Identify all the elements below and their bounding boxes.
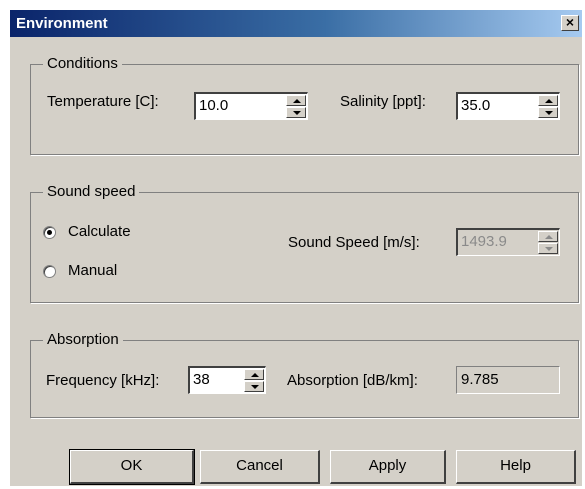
arrow-up-icon: [293, 99, 301, 103]
close-icon: ×: [565, 14, 575, 30]
arrow-down-icon: [251, 385, 259, 389]
arrow-down-icon: [545, 247, 553, 251]
sound-speed-legend: Sound speed: [43, 183, 140, 200]
sound-speed-value: 1493.9: [461, 233, 507, 250]
salinity-label: Salinity [ppt]:: [340, 93, 426, 110]
window-title: Environment: [16, 15, 108, 32]
manual-label[interactable]: Manual: [68, 262, 117, 279]
environment-dialog: Environment × Conditions Temperature [C]…: [10, 10, 582, 486]
apply-button[interactable]: Apply: [330, 450, 446, 484]
radio-selected-dot: [47, 230, 52, 235]
frequency-spinbox[interactable]: 38: [188, 366, 266, 394]
frequency-label: Frequency [kHz]:: [46, 372, 160, 389]
calculate-label[interactable]: Calculate: [68, 223, 131, 240]
salinity-spinbox[interactable]: 35.0: [456, 92, 560, 120]
absorption-label: Absorption [dB/km]:: [287, 372, 418, 389]
absorption-value: 9.785: [461, 371, 499, 388]
arrow-up-icon: [545, 235, 553, 239]
temperature-input[interactable]: 10.0: [199, 97, 228, 114]
conditions-legend: Conditions: [43, 55, 122, 72]
help-button-label: Help: [500, 457, 531, 474]
title-bar[interactable]: Environment: [10, 10, 582, 37]
absorption-legend: Absorption: [43, 331, 123, 348]
sound-speed-down-button: [538, 243, 558, 254]
arrow-up-icon: [251, 373, 259, 377]
cancel-button[interactable]: Cancel: [200, 450, 320, 484]
salinity-up-button[interactable]: [538, 95, 558, 106]
cancel-button-label: Cancel: [236, 457, 283, 474]
sound-speed-spinbox: 1493.9: [456, 228, 560, 256]
temperature-up-button[interactable]: [286, 95, 306, 106]
salinity-input[interactable]: 35.0: [461, 97, 490, 114]
ok-button[interactable]: OK: [69, 449, 195, 485]
manual-radio[interactable]: [43, 265, 56, 278]
close-button[interactable]: ×: [561, 15, 579, 31]
temperature-label: Temperature [C]:: [47, 93, 159, 110]
salinity-down-button[interactable]: [538, 107, 558, 118]
arrow-down-icon: [545, 111, 553, 115]
help-button[interactable]: Help: [456, 450, 576, 484]
calculate-radio[interactable]: [43, 226, 56, 239]
ok-button-label: OK: [120, 457, 143, 474]
sound-speed-label: Sound Speed [m/s]:: [288, 234, 420, 251]
absorption-readout: 9.785: [456, 366, 560, 394]
arrow-up-icon: [545, 99, 553, 103]
frequency-input[interactable]: 38: [193, 371, 210, 388]
temperature-spinbox[interactable]: 10.0: [194, 92, 308, 120]
arrow-down-icon: [293, 111, 301, 115]
temperature-down-button[interactable]: [286, 107, 306, 118]
sound-speed-up-button: [538, 231, 558, 242]
frequency-down-button[interactable]: [244, 381, 264, 392]
apply-button-label: Apply: [368, 457, 407, 474]
frequency-up-button[interactable]: [244, 369, 264, 380]
